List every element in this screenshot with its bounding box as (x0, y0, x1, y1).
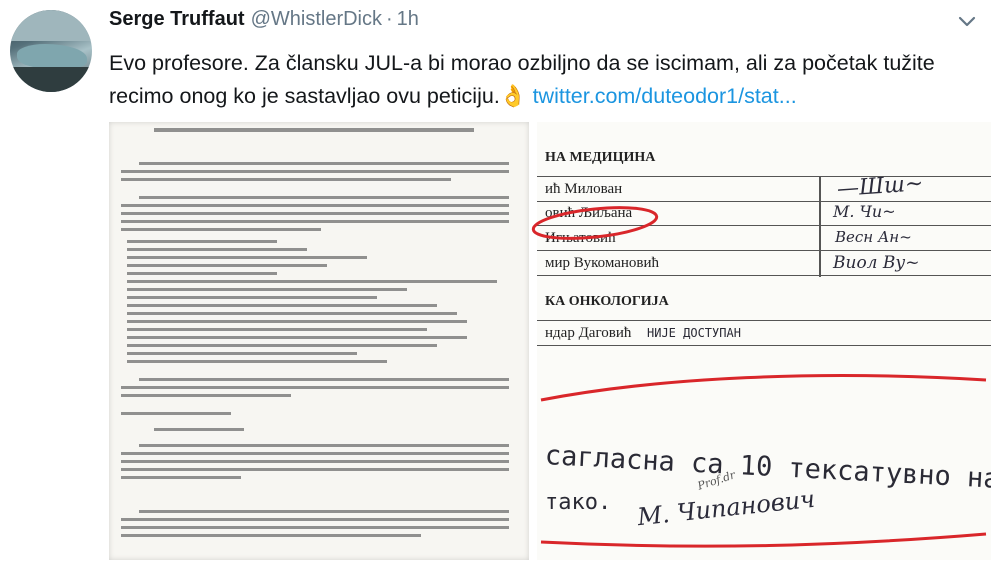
avatar-water (16, 44, 88, 70)
author-handle[interactable]: @WhistlerDick (251, 8, 382, 31)
ok-hand-emoji: 👌 (499, 84, 527, 108)
red-circle-mark (531, 206, 659, 240)
red-underline-bottom (540, 532, 987, 548)
tweet-media-image[interactable]: НА МЕДИЦИНА ић Милован овић Љиљана Игњат… (101, 122, 991, 560)
chevron-down-icon[interactable] (955, 10, 979, 34)
red-ink-annotations (531, 206, 987, 548)
red-underline-top (540, 374, 987, 402)
tweet-timestamp[interactable]: 1h (397, 8, 419, 31)
author-name[interactable]: Serge Truffaut (109, 8, 245, 31)
tweet-link[interactable]: twitter.com/duteodor1/stat... (533, 84, 797, 108)
avatar[interactable] (10, 10, 92, 92)
separator-dot: · (386, 8, 393, 30)
tweet-header: Serge Truffaut @WhistlerDick · 1h (109, 8, 419, 34)
avatar-ground (10, 67, 92, 92)
tweet-text: Evo profesore. Za člansku JUL-a bi morao… (109, 47, 989, 113)
avatar-sky (10, 10, 92, 42)
